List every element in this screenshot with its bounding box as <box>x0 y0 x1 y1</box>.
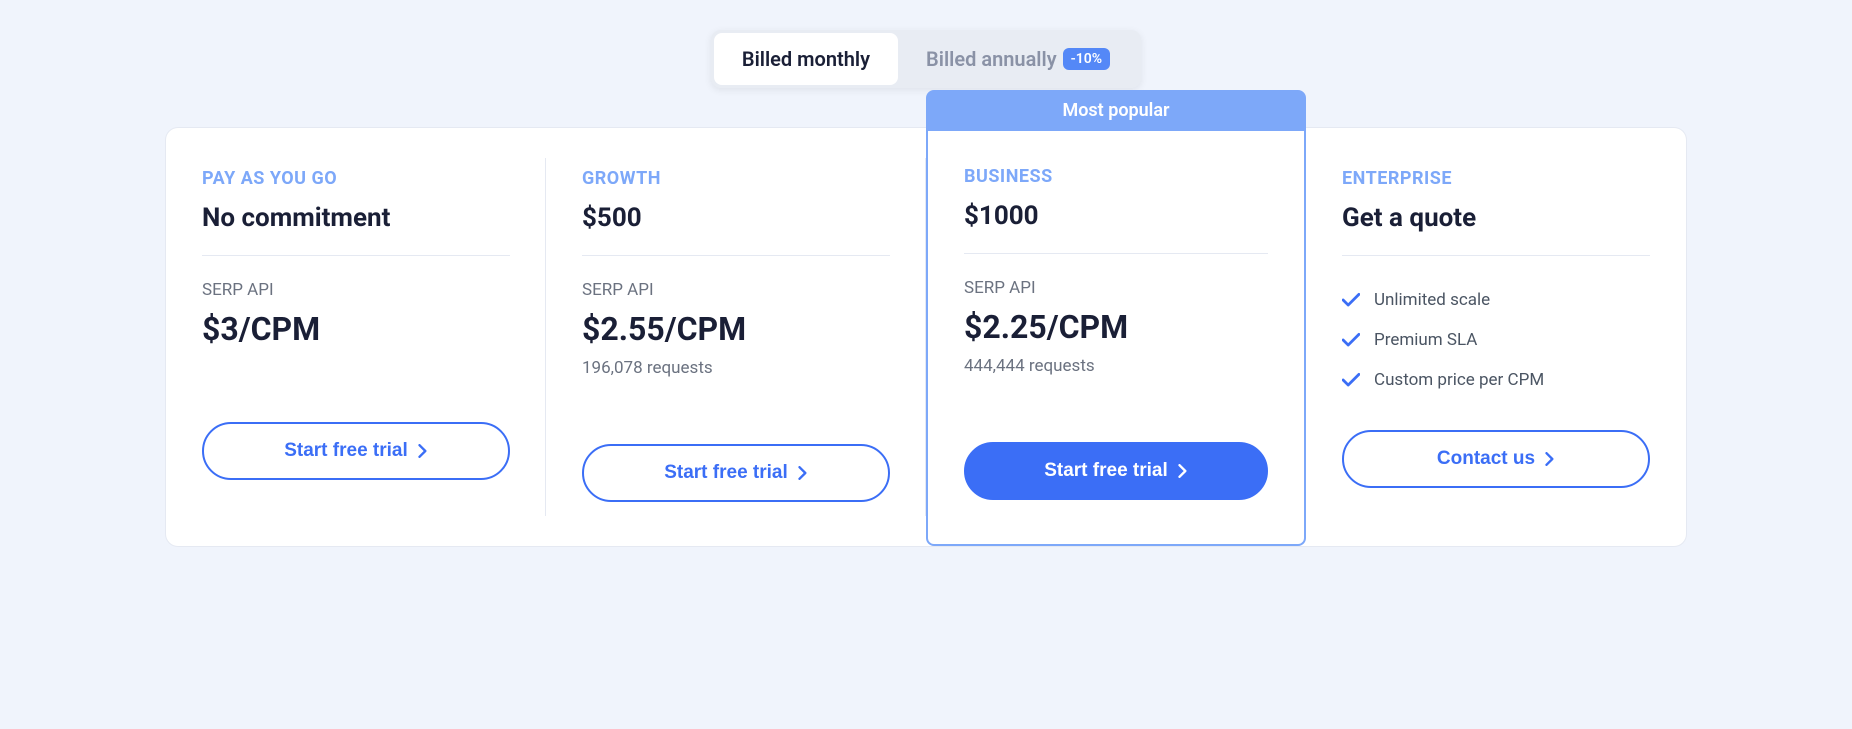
feature-label: Unlimited scale <box>1374 290 1490 310</box>
feature-item: Custom price per CPM <box>1342 360 1650 400</box>
billing-annually-toggle[interactable]: Billed annually -10% <box>898 33 1138 85</box>
spacer <box>964 410 1268 442</box>
pricing-container: Most popular PAY AS YOU GO No commitment… <box>166 128 1686 546</box>
pricing-grid: PAY AS YOU GO No commitment SERP API $3/… <box>166 128 1686 546</box>
plan-name: PAY AS YOU GO <box>202 168 510 189</box>
plan-name: ENTERPRISE <box>1342 168 1650 189</box>
cta-label: Start free trial <box>1044 460 1168 482</box>
chevron-right-icon <box>1178 464 1188 478</box>
plan-name: GROWTH <box>582 168 890 189</box>
divider <box>202 255 510 256</box>
start-trial-button[interactable]: Start free trial <box>964 442 1268 500</box>
start-trial-button[interactable]: Start free trial <box>202 422 510 480</box>
cta-label: Contact us <box>1437 448 1535 470</box>
billing-annually-label: Billed annually <box>926 47 1057 71</box>
plan-price: $1000 <box>964 201 1268 231</box>
billing-toggle: Billed monthly Billed annually -10% <box>40 30 1812 88</box>
api-label: SERP API <box>582 280 890 300</box>
cta-label: Start free trial <box>284 440 408 462</box>
cta-label: Start free trial <box>664 462 788 484</box>
feature-item: Premium SLA <box>1342 320 1650 360</box>
requests-count: 196,078 requests <box>582 358 890 378</box>
spacer <box>202 358 510 390</box>
check-icon <box>1342 371 1360 389</box>
plan-business: BUSINESS $1000 SERP API $2.25/CPM 444,44… <box>926 126 1306 546</box>
divider <box>964 253 1268 254</box>
billing-monthly-label: Billed monthly <box>742 47 870 71</box>
api-label: SERP API <box>202 280 510 300</box>
feature-label: Premium SLA <box>1374 330 1477 350</box>
popular-badge: Most popular <box>926 90 1306 131</box>
discount-badge: -10% <box>1063 48 1110 70</box>
cpm-price: $3/CPM <box>202 310 510 348</box>
plan-payg: PAY AS YOU GO No commitment SERP API $3/… <box>166 128 546 546</box>
requests-count: 444,444 requests <box>964 356 1268 376</box>
check-icon <box>1342 291 1360 309</box>
plan-price: No commitment <box>202 203 510 233</box>
contact-us-button[interactable]: Contact us <box>1342 430 1650 488</box>
divider <box>582 255 890 256</box>
check-icon <box>1342 331 1360 349</box>
cpm-price: $2.25/CPM <box>964 308 1268 346</box>
chevron-right-icon <box>798 466 808 480</box>
features-list: Unlimited scale Premium SLA Custom price… <box>1342 280 1650 400</box>
chevron-right-icon <box>418 444 428 458</box>
api-label: SERP API <box>964 278 1268 298</box>
spacer <box>582 412 890 444</box>
plan-price: $500 <box>582 203 890 233</box>
toggle-container: Billed monthly Billed annually -10% <box>711 30 1141 88</box>
feature-label: Custom price per CPM <box>1374 370 1544 390</box>
divider <box>1342 255 1650 256</box>
spacer <box>202 390 510 422</box>
cpm-price: $2.55/CPM <box>582 310 890 348</box>
billing-monthly-toggle[interactable]: Billed monthly <box>714 33 898 85</box>
chevron-right-icon <box>1545 452 1555 466</box>
plan-growth: GROWTH $500 SERP API $2.55/CPM 196,078 r… <box>546 128 926 546</box>
plan-enterprise: ENTERPRISE Get a quote Unlimited scale P… <box>1306 128 1686 546</box>
plan-name: BUSINESS <box>964 166 1268 187</box>
start-trial-button[interactable]: Start free trial <box>582 444 890 502</box>
feature-item: Unlimited scale <box>1342 280 1650 320</box>
plan-price: Get a quote <box>1342 203 1650 233</box>
